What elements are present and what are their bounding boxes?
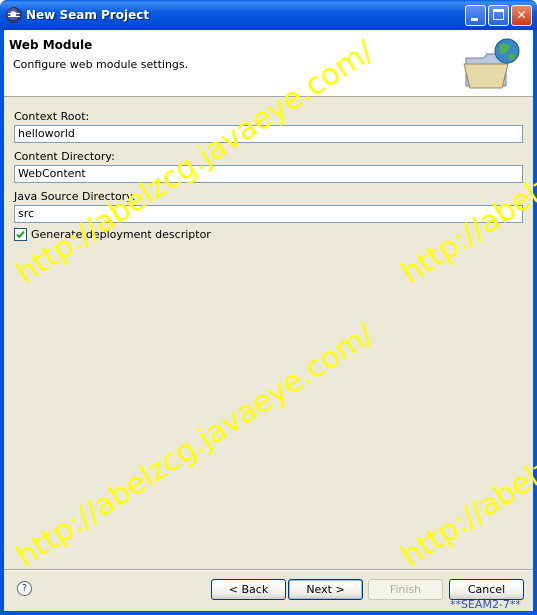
minimize-icon [471,18,478,21]
screenshot-caption: **SEAM2-7** [450,598,521,611]
finish-button[interactable]: Finish [368,579,443,600]
java-source-directory-label: Java Source Directory: [14,190,136,203]
page-title: Web Module [9,38,93,52]
back-button[interactable]: < Back [211,579,286,600]
eclipse-icon [6,7,22,23]
minimize-button[interactable] [465,5,486,26]
java-source-directory-input[interactable]: src [14,205,523,223]
button-bar-separator [4,569,533,571]
page-description: Configure web module settings. [13,58,189,71]
close-button[interactable]: ✕ [511,5,532,26]
maximize-icon [493,9,504,20]
context-root-input[interactable]: helloworld [14,125,523,143]
window-title: New Seam Project [26,8,150,22]
context-root-label: Context Root: [14,110,90,123]
dialog-window: New Seam Project ✕ Web Module Configure … [0,0,537,615]
content-directory-label: Content Directory: [14,150,115,163]
checkmark-icon [16,230,25,239]
wizard-banner: Web Module Configure web module settings… [4,30,533,97]
next-button[interactable]: Next > [288,579,363,600]
close-icon: ✕ [516,8,527,22]
content-directory-input[interactable]: WebContent [14,165,523,183]
maximize-button[interactable] [488,5,509,26]
help-button[interactable]: ? [17,581,32,596]
title-bar[interactable]: New Seam Project ✕ [0,0,537,30]
generate-descriptor-label[interactable]: Generate deployment descriptor [31,228,211,241]
dialog-body: Web Module Configure web module settings… [4,30,533,611]
generate-descriptor-checkbox[interactable] [14,228,27,241]
folder-globe-icon [463,38,520,89]
cancel-button[interactable]: Cancel [449,579,524,600]
